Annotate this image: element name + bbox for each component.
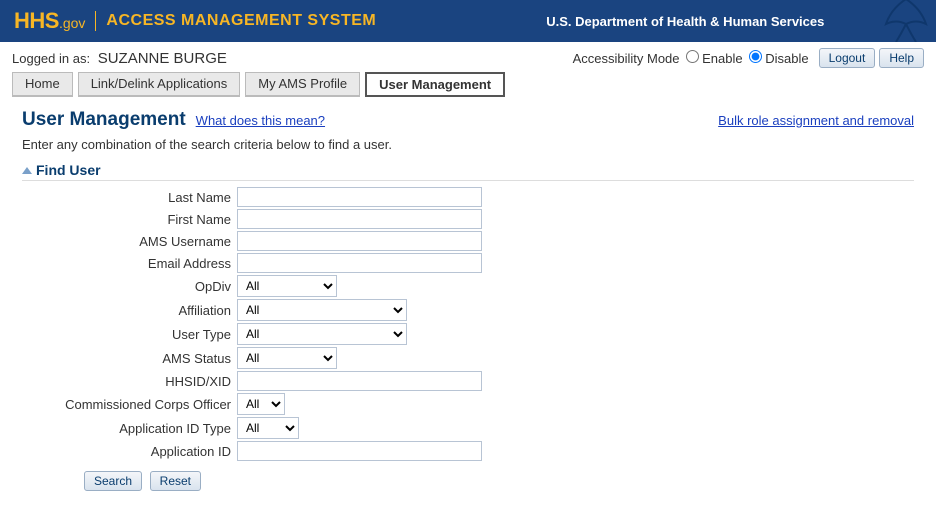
cco-select[interactable]: All — [237, 393, 285, 415]
logo-hhs-text: HHS — [14, 8, 59, 34]
ams-status-select[interactable]: All — [237, 347, 337, 369]
logo-gov-text: .gov — [59, 15, 85, 31]
enable-radio-label[interactable]: Enable — [686, 50, 743, 66]
ams-status-label: AMS Status — [22, 351, 237, 366]
tab-link-delink[interactable]: Link/Delink Applications — [78, 72, 241, 97]
disable-radio-label[interactable]: Disable — [749, 50, 809, 66]
accessibility-label: Accessibility Mode — [573, 51, 680, 66]
find-user-section-header[interactable]: Find User — [22, 162, 914, 181]
status-bar: Logged in as: SUZANNE BURGE Accessibilit… — [0, 42, 936, 72]
enable-text: Enable — [702, 51, 742, 66]
hhsid-label: HHSID/XID — [22, 374, 237, 389]
instructions-text: Enter any combination of the search crit… — [22, 137, 914, 152]
department-name: U.S. Department of Health & Human Servic… — [546, 14, 824, 29]
reset-button[interactable]: Reset — [150, 471, 201, 491]
logo-divider — [95, 11, 96, 31]
page-title-row: User Management What does this mean? Bul… — [22, 109, 914, 131]
bulk-role-link[interactable]: Bulk role assignment and removal — [718, 113, 914, 128]
disable-radio[interactable] — [749, 50, 762, 63]
tab-my-ams-profile[interactable]: My AMS Profile — [245, 72, 360, 97]
logged-in-label: Logged in as: SUZANNE BURGE — [12, 50, 227, 67]
email-label: Email Address — [22, 256, 237, 271]
main-content: User Management What does this mean? Bul… — [0, 97, 936, 503]
top-header: HHS.gov ACCESS MANAGEMENT SYSTEM U.S. De… — [0, 0, 936, 42]
first-name-label: First Name — [22, 212, 237, 227]
logged-in-prefix: Logged in as: — [12, 51, 90, 66]
tab-home[interactable]: Home — [12, 72, 73, 97]
hhsid-input[interactable] — [237, 371, 482, 391]
ams-username-label: AMS Username — [22, 234, 237, 249]
enable-radio[interactable] — [686, 50, 699, 63]
last-name-input[interactable] — [237, 187, 482, 207]
first-name-input[interactable] — [237, 209, 482, 229]
opdiv-select[interactable]: All — [237, 275, 337, 297]
app-id-type-select[interactable]: All — [237, 417, 299, 439]
affiliation-label: Affiliation — [22, 303, 237, 318]
last-name-label: Last Name — [22, 190, 237, 205]
opdiv-label: OpDiv — [22, 279, 237, 294]
user-type-select[interactable]: All — [237, 323, 407, 345]
ams-username-input[interactable] — [237, 231, 482, 251]
page-title: User Management — [22, 109, 186, 131]
tab-user-management[interactable]: User Management — [365, 72, 505, 97]
affiliation-select[interactable]: All — [237, 299, 407, 321]
collapse-triangle-icon — [22, 167, 32, 174]
logged-in-user: SUZANNE BURGE — [98, 50, 227, 67]
system-name: ACCESS MANAGEMENT SYSTEM — [106, 12, 376, 30]
eagle-seal-icon — [876, 0, 936, 42]
help-button[interactable]: Help — [879, 48, 924, 68]
app-id-input[interactable] — [237, 441, 482, 461]
what-does-this-mean-link[interactable]: What does this mean? — [196, 113, 325, 128]
action-row: Search Reset — [80, 471, 914, 491]
site-logo[interactable]: HHS.gov — [14, 8, 85, 34]
app-id-type-label: Application ID Type — [22, 421, 237, 436]
email-input[interactable] — [237, 253, 482, 273]
search-button[interactable]: Search — [84, 471, 142, 491]
cco-label: Commissioned Corps Officer — [22, 397, 237, 412]
logout-button[interactable]: Logout — [819, 48, 876, 68]
user-type-label: User Type — [22, 327, 237, 342]
tab-bar: Home Link/Delink Applications My AMS Pro… — [0, 72, 936, 97]
disable-text: Disable — [765, 51, 808, 66]
section-title: Find User — [36, 162, 101, 178]
app-id-label: Application ID — [22, 444, 237, 459]
